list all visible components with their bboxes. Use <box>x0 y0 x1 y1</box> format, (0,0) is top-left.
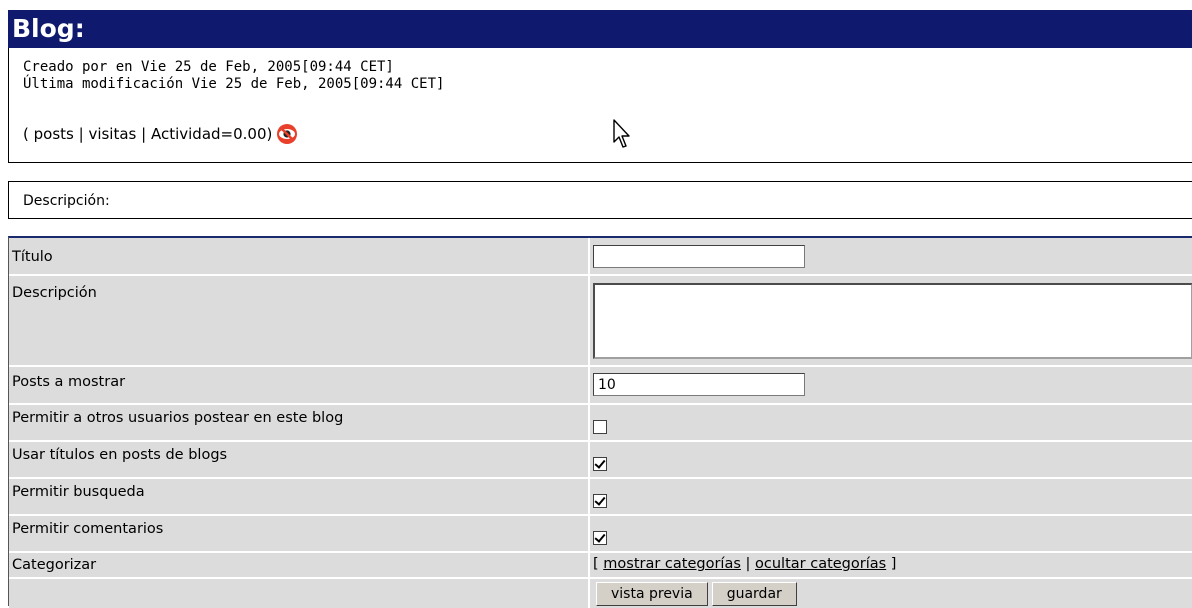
stats-separator: | <box>136 125 151 143</box>
blog-info-box: Creado por en Vie 25 de Feb, 2005[09:44 … <box>8 48 1192 163</box>
hide-categories-link[interactable]: ocultar categorías <box>755 556 886 572</box>
activity-value: Actividad=0.00) <box>150 125 273 143</box>
title-input[interactable] <box>593 245 805 268</box>
form-row-allow-search: Permitir busqueda <box>9 479 1192 516</box>
use-titles-label: Usar títulos en posts de blogs <box>12 447 228 463</box>
arrow-cursor-icon <box>613 119 630 148</box>
allow-comments-label: Permitir comentarios <box>12 521 164 537</box>
allow-search-checkbox[interactable] <box>593 494 607 508</box>
form-row-allow-comments: Permitir comentarios <box>9 516 1192 553</box>
blog-form: Título Descripción Posts a mostrar Permi… <box>8 236 1192 608</box>
page-title: Blog: <box>12 14 85 43</box>
title-label: Título <box>12 249 53 265</box>
link-separator: | <box>740 556 756 572</box>
allow-comments-checkbox[interactable] <box>593 531 607 545</box>
bracket-open: [ <box>593 556 604 572</box>
description-label: Descripción <box>12 285 97 301</box>
blog-meta: Creado por en Vie 25 de Feb, 2005[09:44 … <box>23 59 444 93</box>
description-section: Descripción: <box>8 181 1192 219</box>
blog-stats: ( posts | visitas | Actividad=0.00) <box>23 123 298 145</box>
stats-separator: | <box>73 125 89 143</box>
eye-icon[interactable] <box>276 123 298 145</box>
blog-title-bar: Blog: <box>8 10 1192 48</box>
form-row-title: Título <box>9 238 1192 276</box>
stats-prefix: ( <box>23 125 34 143</box>
posts-label: Posts a mostrar <box>12 374 126 390</box>
created-line: Creado por en Vie 25 de Feb, 2005[09:44 … <box>23 59 394 75</box>
form-row-posts: Posts a mostrar <box>9 367 1192 405</box>
allow-others-label: Permitir a otros usuarios postear en est… <box>12 410 344 426</box>
bracket-close: ] <box>886 556 897 572</box>
use-titles-checkbox[interactable] <box>593 457 607 471</box>
posts-link[interactable]: posts <box>34 124 74 144</box>
form-row-allow-others: Permitir a otros usuarios postear en est… <box>9 405 1192 442</box>
form-row-actions: vista previa guardar <box>9 579 1192 608</box>
posts-input[interactable] <box>593 373 805 396</box>
show-categories-link[interactable]: mostrar categorías <box>603 556 741 572</box>
categorize-label: Categorizar <box>12 557 97 573</box>
description-textarea[interactable] <box>593 283 1192 359</box>
preview-button[interactable]: vista previa <box>596 582 708 606</box>
allow-others-checkbox[interactable] <box>593 420 607 434</box>
modified-line: Última modificación Vie 25 de Feb, 2005[… <box>23 76 445 92</box>
save-button[interactable]: guardar <box>711 582 797 606</box>
visits-link[interactable]: visitas <box>88 124 136 144</box>
form-row-categorize: Categorizar [ mostrar categorías | ocult… <box>9 553 1192 579</box>
form-row-use-titles: Usar títulos en posts de blogs <box>9 442 1192 479</box>
description-heading: Descripción: <box>23 193 110 209</box>
form-row-description: Descripción <box>9 276 1192 367</box>
category-links: [ mostrar categorías | ocultar categoría… <box>593 556 896 572</box>
allow-search-label: Permitir busqueda <box>12 484 145 500</box>
